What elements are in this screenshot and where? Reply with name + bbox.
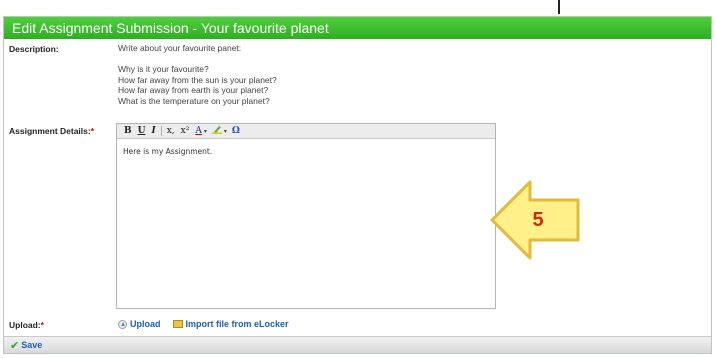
upload-label-text: Upload: [9, 320, 41, 330]
upload-link-text: Upload [130, 319, 161, 329]
bold-button[interactable]: B [123, 126, 133, 136]
step-number: 5 [532, 209, 544, 231]
highlight-color-icon[interactable] [211, 125, 223, 137]
import-elocker-link-text: Import file from eLocker [185, 319, 289, 329]
toolbar-separator [160, 126, 162, 136]
description-text: Write about your favourite panet: Why is… [118, 43, 277, 107]
step-callout-arrow: 5 [486, 178, 584, 262]
save-button[interactable]: ✔ Save [10, 339, 42, 352]
rich-text-editor[interactable]: B U I x, x² A ▾ ▾ Ω Here is my Assignmen… [116, 123, 496, 309]
required-mark: * [40, 320, 44, 330]
upload-label: Upload:* [9, 320, 44, 330]
dialog-title: Edit Assignment Submission - Your favour… [4, 17, 711, 39]
edit-assignment-dialog: Edit Assignment Submission - Your favour… [3, 16, 712, 354]
italic-button[interactable]: I [150, 126, 156, 136]
footer-bar: ✔ Save [4, 336, 711, 353]
editor-content[interactable]: Here is my Assignment. [117, 139, 495, 164]
description-line: Why is it your favourite? [118, 63, 209, 74]
description-label: Description: [9, 44, 59, 54]
font-color-dropdown-icon[interactable]: ▾ [204, 128, 207, 135]
font-color-button[interactable]: A [194, 126, 203, 136]
import-elocker-link[interactable]: Import file from eLocker [172, 319, 289, 329]
save-button-label: Save [21, 340, 43, 350]
required-mark: * [90, 126, 95, 136]
highlight-color-dropdown-icon[interactable]: ▾ [224, 128, 227, 135]
special-character-button[interactable]: Ω [231, 126, 241, 136]
underline-button[interactable]: U [137, 126, 147, 136]
upload-link[interactable]: Upload [118, 319, 161, 329]
assignment-details-label-text: Assignment Details: [9, 126, 91, 136]
description-line: How far away from earth is your planet? [118, 85, 269, 96]
editor-toolbar: B U I x, x² A ▾ ▾ Ω [117, 124, 495, 139]
description-line: What is the temperature on your planet? [118, 96, 270, 107]
assignment-details-label: Assignment Details:* [9, 126, 94, 136]
cursor-line [558, 0, 560, 14]
checkmark-icon: ✔ [10, 339, 20, 352]
subscript-button[interactable]: x, [166, 126, 176, 136]
folder-icon [172, 320, 183, 328]
superscript-button[interactable]: x² [180, 126, 191, 136]
upload-links: Upload Import file from eLocker [118, 319, 289, 329]
description-line: How far away from the sun is your planet… [118, 74, 277, 85]
upload-icon [118, 319, 127, 329]
description-line: Write about your favourite panet: [118, 43, 242, 53]
